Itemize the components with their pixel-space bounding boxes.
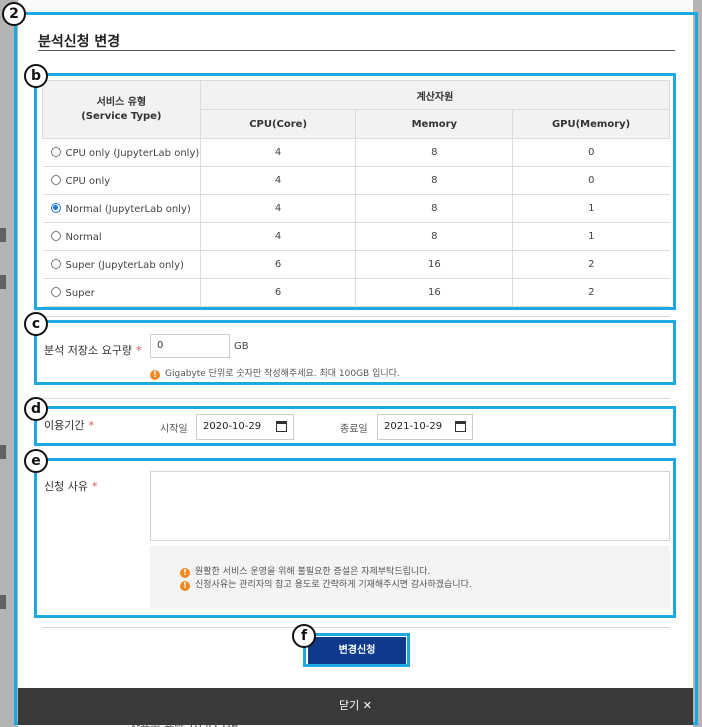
- section-divider: [42, 627, 670, 628]
- required-mark: *: [88, 419, 94, 432]
- reason-note: ! 원활한 서비스 운영을 위해 불필요한 증설은 자제부탁드립니다.: [180, 564, 430, 578]
- table-row[interactable]: Normal (JupyterLab only) 4 8 1: [42, 194, 670, 223]
- end-date-value: 2021-10-29: [384, 421, 443, 432]
- cpu-value: 4: [199, 194, 356, 223]
- service-type-radio[interactable]: [50, 230, 61, 241]
- column-header-cpu: CPU(Core): [199, 109, 357, 139]
- table-row[interactable]: CPU only 4 8 0: [42, 166, 670, 195]
- cpu-value: 4: [199, 222, 356, 251]
- memory-value: 8: [355, 166, 513, 195]
- service-type-cell[interactable]: Super (JupyterLab only): [42, 250, 201, 279]
- service-type-table: 서비스 유형 (Service Type) 계산자원 CPU(Core) Mem…: [42, 80, 671, 307]
- gpu-value: 0: [512, 138, 670, 167]
- annotation-badge-submit: f: [292, 624, 316, 648]
- table-row[interactable]: CPU only (JupyterLab only) 4 8 0: [42, 138, 670, 167]
- close-button[interactable]: 닫기 ✕: [18, 688, 693, 725]
- end-date-label: 종료일: [340, 424, 368, 435]
- table-row[interactable]: Super 6 16 2: [42, 278, 670, 307]
- calendar-icon[interactable]: [276, 421, 287, 432]
- storage-quantity-input[interactable]: 0: [150, 334, 230, 358]
- memory-value: 8: [355, 138, 513, 167]
- service-type-cell[interactable]: CPU only (JupyterLab only): [42, 138, 201, 167]
- service-type-radio[interactable]: [50, 258, 61, 269]
- service-type-label: Normal (JupyterLab only): [65, 203, 191, 215]
- service-type-radio[interactable]: [50, 146, 61, 157]
- cpu-value: 6: [199, 278, 356, 307]
- storage-note: ! Gigabyte 단위로 숫자만 작성해주세요. 최대 100GB 입니다.: [150, 366, 400, 380]
- memory-value: 8: [355, 194, 513, 223]
- memory-value: 16: [355, 278, 513, 307]
- calendar-icon[interactable]: [455, 421, 466, 432]
- title-divider: [38, 50, 675, 51]
- service-type-cell[interactable]: Super: [42, 278, 201, 307]
- warning-icon: !: [180, 581, 190, 591]
- gpu-value: 1: [512, 222, 670, 251]
- section-divider: [42, 398, 670, 399]
- annotation-badge-table: b: [24, 64, 48, 88]
- annotation-badge-modal: 2: [2, 2, 26, 26]
- service-type-label: CPU only (JupyterLab only): [65, 147, 200, 159]
- service-type-header: 서비스 유형 (Service Type): [42, 80, 201, 139]
- service-type-radio[interactable]: [50, 286, 61, 297]
- end-date-input[interactable]: 2021-10-29: [377, 414, 473, 440]
- change-request-button[interactable]: 변경신청: [308, 637, 406, 664]
- start-date-label: 시작일: [160, 424, 188, 435]
- service-type-label: Super (JupyterLab only): [65, 259, 184, 271]
- reason-textarea[interactable]: [150, 471, 670, 541]
- gpu-value: 2: [512, 278, 670, 307]
- service-type-label: Super: [65, 287, 95, 299]
- gpu-value: 2: [512, 250, 670, 279]
- modal-overlay[interactable]: [693, 0, 702, 727]
- annotation-badge-period: d: [24, 397, 48, 421]
- start-date-value: 2020-10-29: [203, 421, 262, 432]
- service-type-cell[interactable]: Normal: [42, 222, 201, 251]
- cpu-value: 4: [199, 138, 356, 167]
- annotation-badge-storage: c: [24, 312, 48, 336]
- service-type-header-label: 서비스 유형: [96, 96, 147, 108]
- service-type-radio[interactable]: [50, 174, 61, 185]
- storage-label: 분석 저장소 요구량 *: [44, 344, 142, 357]
- modal-title: 분석신청 변경: [38, 34, 121, 50]
- service-type-cell[interactable]: Normal (JupyterLab only): [42, 194, 201, 223]
- service-type-radio[interactable]: [50, 202, 61, 213]
- cpu-value: 4: [199, 166, 356, 195]
- column-header-memory: Memory: [355, 109, 514, 139]
- storage-unit: GB: [234, 341, 249, 352]
- start-date-input[interactable]: 2020-10-29: [196, 414, 294, 440]
- service-type-cell[interactable]: CPU only: [42, 166, 201, 195]
- modal-overlay[interactable]: [0, 0, 18, 727]
- gpu-value: 0: [512, 166, 670, 195]
- resources-header: 계산자원: [199, 80, 671, 110]
- gpu-value: 1: [512, 194, 670, 223]
- period-label: 이용기간 *: [44, 419, 94, 432]
- service-type-label: Normal: [65, 231, 102, 243]
- table-row[interactable]: Super (JupyterLab only) 6 16 2: [42, 250, 670, 279]
- table-row[interactable]: Normal 4 8 1: [42, 222, 670, 251]
- annotation-badge-reason: e: [24, 449, 48, 473]
- cpu-value: 6: [199, 250, 356, 279]
- memory-value: 16: [355, 250, 513, 279]
- required-mark: *: [135, 344, 142, 357]
- memory-value: 8: [355, 222, 513, 251]
- reason-label: 신청 사유 *: [44, 480, 98, 493]
- service-type-header-sublabel: (Service Type): [81, 110, 162, 122]
- warning-icon: !: [150, 370, 160, 380]
- reason-note-box: ! 원활한 서비스 운영을 위해 불필요한 증설은 자제부탁드립니다. ! 신청사유…: [150, 546, 670, 608]
- required-mark: *: [91, 480, 98, 493]
- section-divider: [42, 316, 670, 317]
- service-type-label: CPU only: [65, 175, 111, 187]
- column-header-gpu: GPU(Memory): [512, 109, 670, 139]
- reason-note: ! 신청사유는 관리자의 참고 용도로 간략하게 기재해주시면 감사하겠습니다.: [180, 577, 472, 591]
